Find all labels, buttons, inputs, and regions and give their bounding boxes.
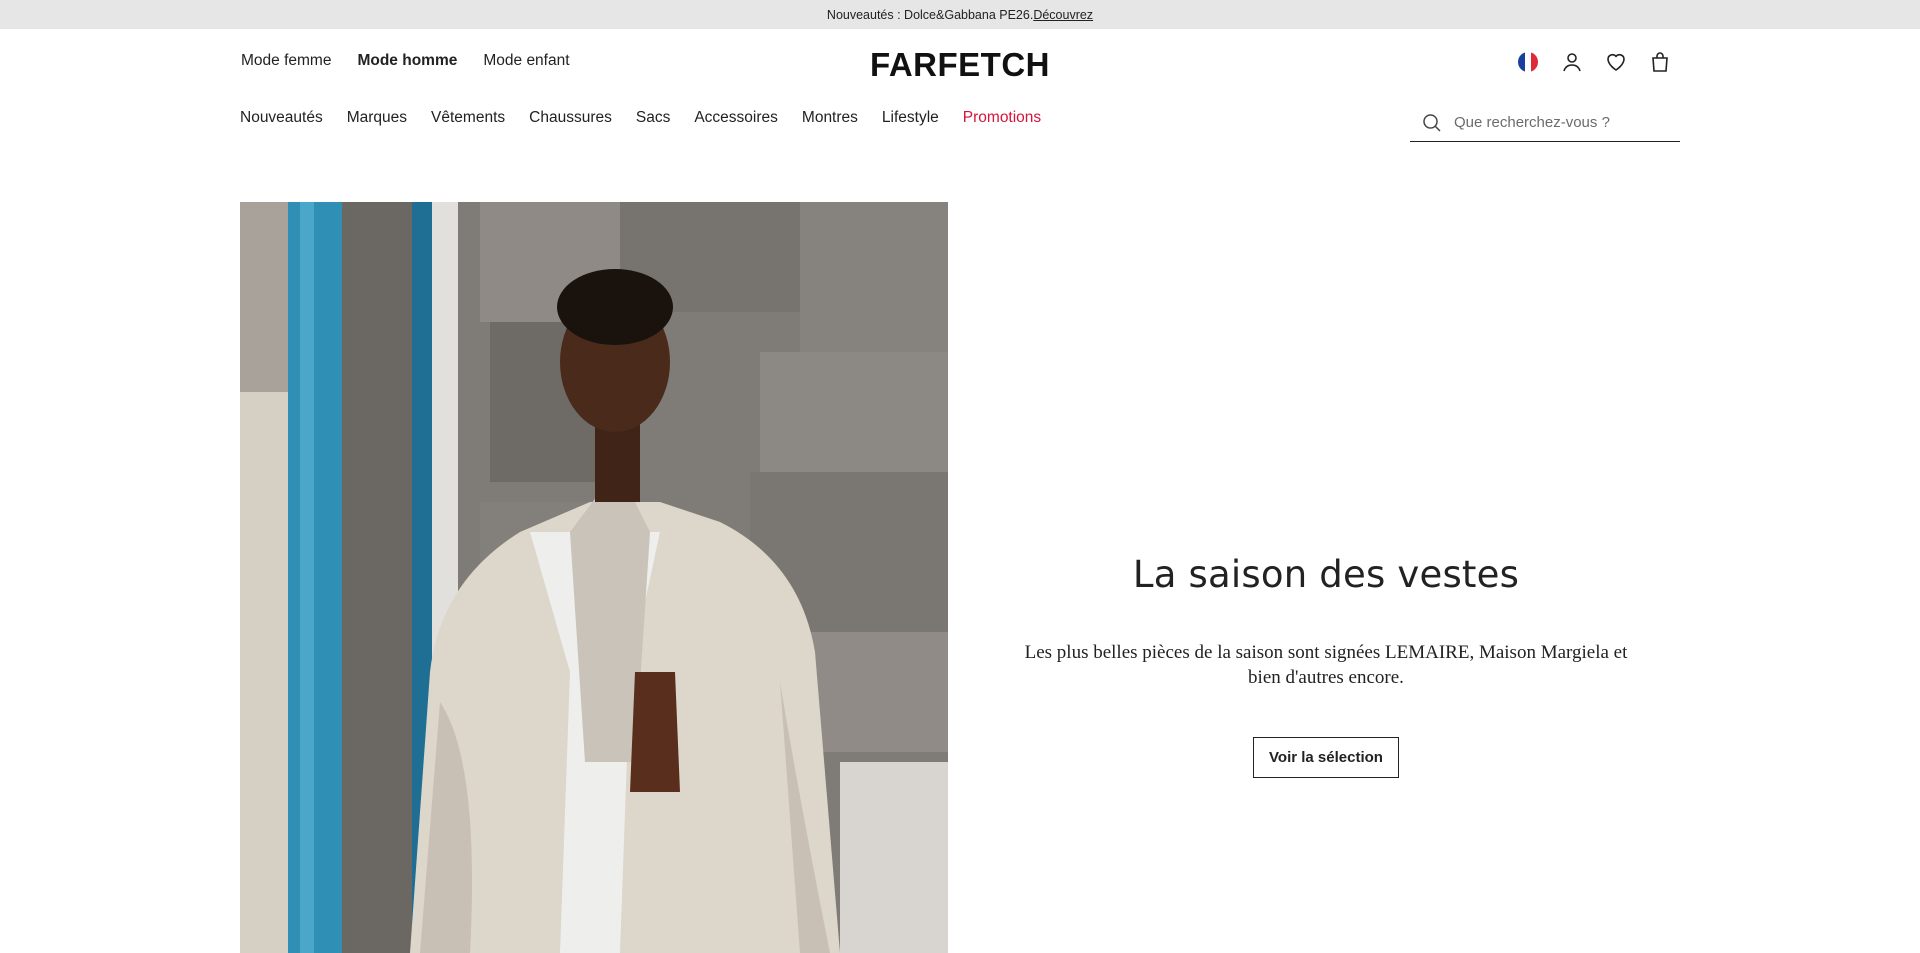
hero-image[interactable] [240, 202, 948, 953]
announcement-link[interactable]: Découvrez [1033, 8, 1093, 22]
logo[interactable]: FARFETCH [870, 46, 1050, 83]
shopping-bag-icon[interactable] [1649, 51, 1671, 73]
category-accessories[interactable]: Accessoires [694, 109, 778, 127]
announcement-text: Nouveautés : Dolce&Gabbana PE26. [826, 7, 1034, 22]
hero-title: La saison des vestes [1132, 553, 1520, 596]
gender-nav-kids[interactable]: Mode enfant [483, 52, 569, 70]
search-bar [1410, 104, 1680, 142]
category-nav: Nouveautés Marques Vêtements Chaussures … [240, 109, 1065, 127]
france-flag-icon[interactable] [1517, 51, 1539, 73]
gender-nav: Mode femme Mode homme Mode enfant [241, 52, 570, 70]
gender-nav-men[interactable]: Mode homme [357, 52, 457, 70]
account-icon[interactable] [1561, 51, 1583, 73]
hero-content: La saison des vestes Les plus belles piè… [1000, 553, 1652, 778]
category-new-in[interactable]: Nouveautés [240, 109, 323, 127]
announcement-bar: Nouveautés : Dolce&Gabbana PE26. Découvr… [0, 0, 1920, 29]
hero-description: Les plus belles pièces de la saison sont… [1024, 642, 1628, 688]
category-watches[interactable]: Montres [802, 109, 858, 127]
category-brands[interactable]: Marques [347, 109, 407, 127]
gender-nav-women[interactable]: Mode femme [241, 52, 331, 70]
view-selection-button[interactable]: Voir la sélection [1253, 737, 1399, 778]
search-icon[interactable] [1422, 112, 1444, 134]
category-bags[interactable]: Sacs [636, 109, 670, 127]
heart-icon[interactable] [1605, 51, 1627, 73]
category-lifestyle[interactable]: Lifestyle [882, 109, 939, 127]
utility-icons [1517, 51, 1671, 73]
search-input[interactable] [1454, 114, 1674, 131]
category-sale[interactable]: Promotions [963, 109, 1041, 127]
category-shoes[interactable]: Chaussures [529, 109, 612, 127]
category-clothing[interactable]: Vêtements [431, 109, 505, 127]
